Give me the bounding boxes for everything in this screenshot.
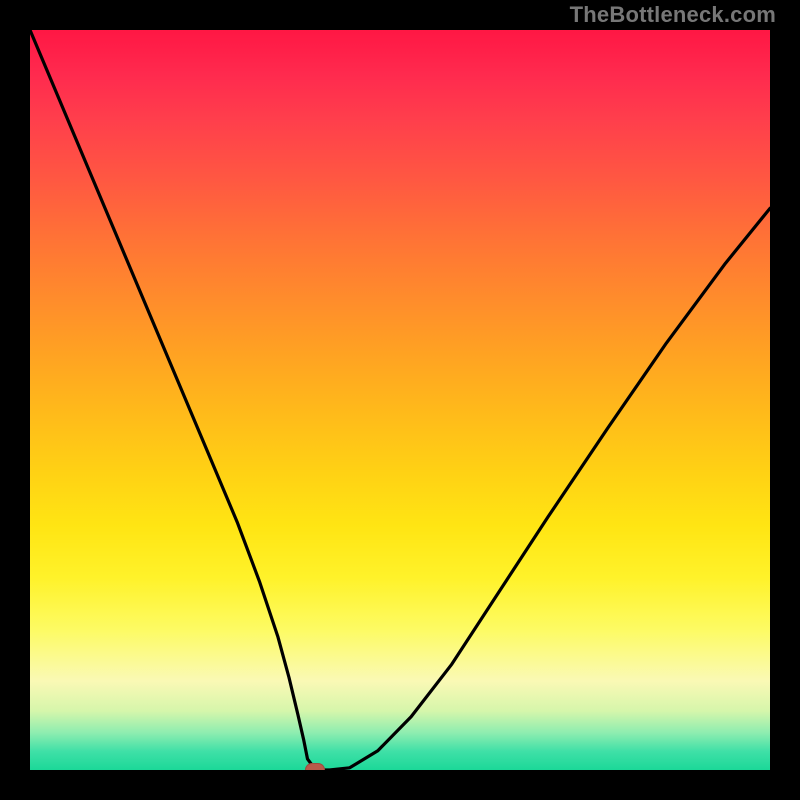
curve-svg	[30, 30, 770, 770]
plot-area	[30, 30, 770, 770]
selected-point-marker	[305, 763, 325, 770]
chart-frame: TheBottleneck.com	[0, 0, 800, 800]
watermark-text: TheBottleneck.com	[570, 2, 776, 28]
bottleneck-curve	[30, 30, 770, 770]
